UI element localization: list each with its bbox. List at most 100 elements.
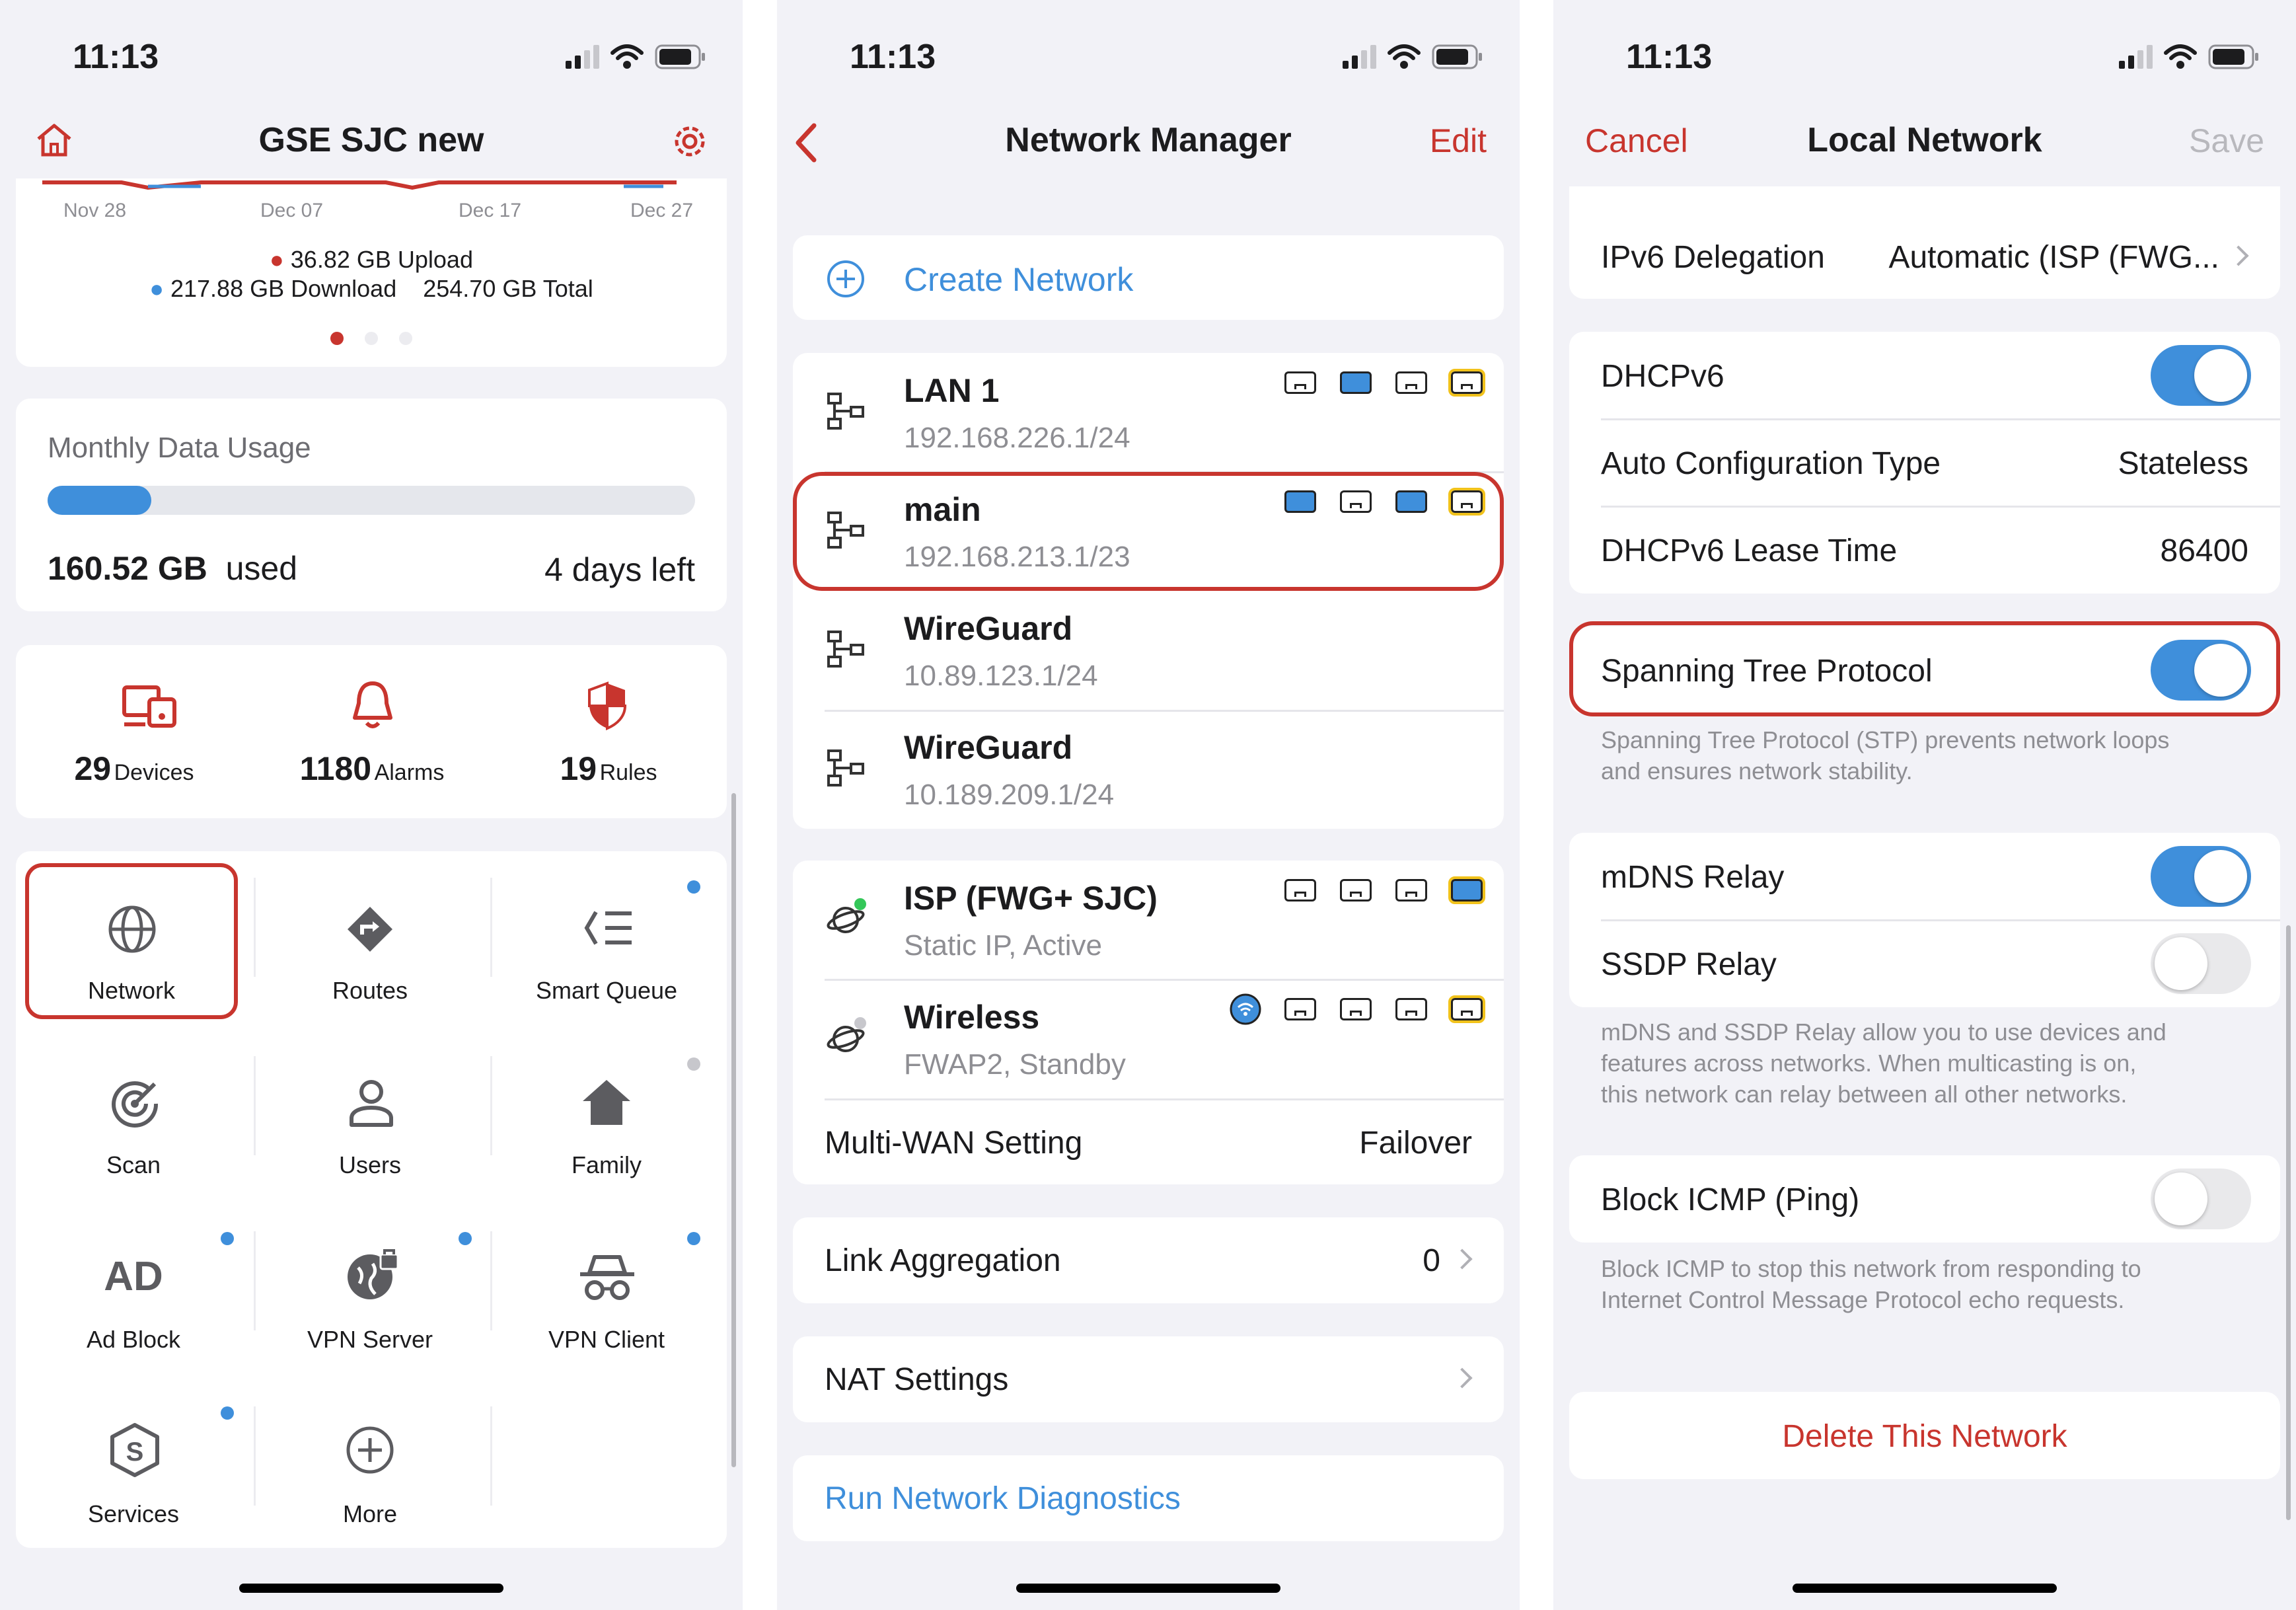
grid-item-users[interactable]: Users xyxy=(271,1039,469,1195)
link-aggregation-row[interactable]: Link Aggregation 0 xyxy=(793,1217,1504,1303)
ipv6-delegation-label: IPv6 Delegation xyxy=(1601,240,1825,275)
auto-config-row[interactable]: Auto Configuration Type Stateless xyxy=(1569,419,2280,506)
ethernet-port-icon xyxy=(1284,371,1316,394)
shield-icon[interactable] xyxy=(585,681,629,731)
chevron-right-icon xyxy=(1452,1367,1473,1389)
svg-text:S: S xyxy=(126,1438,144,1467)
ssdp-toggle[interactable] xyxy=(2151,933,2251,994)
create-network-card[interactable]: Create Network xyxy=(793,235,1504,320)
nav-bar: Cancel Local Network Save xyxy=(1553,99,2296,185)
dhcpv6-card: DHCPv6 Auto Configuration Type Stateless… xyxy=(1569,332,2280,594)
alarms-label: Alarms xyxy=(374,760,445,785)
grid-label-smart-queue: Smart Queue xyxy=(535,977,678,1004)
grid-item-routes[interactable]: Routes xyxy=(271,863,469,1019)
user-icon xyxy=(350,1080,393,1127)
chevron-right-icon xyxy=(2228,245,2249,266)
network-ip: 192.168.226.1/24 xyxy=(904,422,1130,454)
grid-item-scan[interactable]: Scan xyxy=(34,1039,233,1195)
alarms-stat[interactable]: 1180 Alarms xyxy=(270,749,474,788)
grid-label-ad-block: Ad Block xyxy=(86,1326,181,1353)
block-icmp-label: Block ICMP (Ping) xyxy=(1601,1182,1860,1217)
network-row-lan1[interactable]: LAN 1 192.168.226.1/24 xyxy=(793,353,1504,472)
status-icons xyxy=(1343,44,1483,70)
monthly-usage-card: Monthly Data Usage 160.52 GB used 4 days… xyxy=(16,399,727,611)
icmp-desc-line: Block ICMP to stop this network from res… xyxy=(1601,1255,2141,1282)
wifi-icon xyxy=(2164,44,2197,69)
grid-item-family[interactable]: Family xyxy=(507,1039,706,1195)
battery-icon xyxy=(2208,44,2258,69)
grid-label-users: Users xyxy=(338,1151,401,1178)
scrollbar[interactable] xyxy=(731,793,736,1467)
cellular-signal-icon xyxy=(566,45,599,69)
plus-circle-icon xyxy=(827,260,864,297)
gear-icon[interactable] xyxy=(669,120,711,163)
chart-date-4: Dec 27 xyxy=(630,200,694,221)
grid-item-smart-queue[interactable]: Smart Queue xyxy=(507,863,706,1019)
incognito-icon xyxy=(580,1255,634,1300)
nav-bar: Network Manager Edit xyxy=(777,99,1520,185)
ethernet-port-icon xyxy=(1448,995,1485,1023)
status-time: 11:13 xyxy=(1626,38,1713,76)
battery-icon xyxy=(655,44,705,69)
wan-row-isp[interactable]: ISP (FWG+ SJC) Static IP, Active xyxy=(793,861,1504,979)
run-diagnostics-button[interactable]: Run Network Diagnostics xyxy=(793,1455,1504,1541)
edit-button[interactable]: Edit xyxy=(1430,122,1487,160)
lease-time-row[interactable]: DHCPv6 Lease Time 86400 xyxy=(1569,506,2280,594)
save-button[interactable]: Save xyxy=(2189,122,2264,160)
delete-network-button[interactable]: Delete This Network xyxy=(1569,1392,2280,1479)
devices-stat[interactable]: 29 Devices xyxy=(32,749,237,788)
grid-divider xyxy=(254,878,256,977)
multi-wan-value: Failover xyxy=(1359,1126,1472,1161)
status-time: 11:13 xyxy=(850,38,936,76)
wifi-badge-icon xyxy=(1230,993,1261,1025)
network-ip: 10.189.209.1/24 xyxy=(904,779,1115,811)
grid-item-more[interactable]: More xyxy=(271,1388,469,1544)
network-name: WireGuard xyxy=(904,729,1073,766)
smart-queue-badge xyxy=(687,880,700,894)
ad-block-badge xyxy=(221,1232,234,1245)
delete-network-label: Delete This Network xyxy=(1782,1419,2067,1454)
networks-card: LAN 1 192.168.226.1/24 main 192.168.213.… xyxy=(793,353,1504,829)
grid-item-ad-block[interactable]: AD Ad Block xyxy=(34,1213,233,1369)
wan-status: FWAP2, Standby xyxy=(904,1048,1126,1081)
network-highlight xyxy=(25,863,238,1019)
rules-stat[interactable]: 19 Rules xyxy=(506,749,711,788)
devices-icon[interactable] xyxy=(122,683,177,730)
vpn-server-badge xyxy=(459,1232,472,1245)
usage-chart-card: Nov 28 Dec 07 Dec 17 Dec 27 ● 36.82 GB U… xyxy=(16,178,727,367)
auto-config-label: Auto Configuration Type xyxy=(1601,446,1941,481)
stp-description: Spanning Tree Protocol (STP) prevents ne… xyxy=(1601,724,2169,786)
grid-item-vpn-server[interactable]: VPN Server xyxy=(271,1213,469,1369)
ipv6-delegation-row[interactable]: IPv6 Delegation Automatic (ISP (FWG... xyxy=(1569,186,2280,299)
page-indicator[interactable] xyxy=(16,332,727,345)
grid-item-vpn-client[interactable]: VPN Client xyxy=(507,1213,706,1369)
family-badge xyxy=(687,1057,700,1071)
download-value: 217.88 GB Download xyxy=(170,275,397,302)
network-row-wireguard[interactable]: WireGuard 10.89.123.1/24 xyxy=(793,591,1504,710)
block-icmp-toggle[interactable] xyxy=(2151,1169,2251,1229)
bell-icon[interactable] xyxy=(350,679,396,731)
mdns-toggle[interactable] xyxy=(2151,846,2251,907)
ethernet-port-icon xyxy=(1448,876,1485,904)
ethernet-port-icon xyxy=(1340,371,1372,394)
ssdp-label: SSDP Relay xyxy=(1601,947,1777,982)
multi-wan-row[interactable]: Multi-WAN Setting Failover xyxy=(793,1100,1504,1184)
dhcpv6-toggle[interactable] xyxy=(2151,345,2251,406)
services-badge xyxy=(221,1406,234,1420)
mdns-label: mDNS Relay xyxy=(1601,860,1785,895)
grid-item-services[interactable]: S Services xyxy=(34,1388,233,1544)
nat-settings-row[interactable]: NAT Settings xyxy=(793,1336,1504,1422)
grid-divider xyxy=(490,1231,492,1330)
used-label: used xyxy=(225,550,298,587)
network-row-wireguard-2[interactable]: WireGuard 10.189.209.1/24 xyxy=(793,710,1504,829)
grid-divider xyxy=(490,878,492,977)
network-name: WireGuard xyxy=(904,610,1073,647)
chevron-right-icon xyxy=(1452,1248,1473,1270)
scrollbar[interactable] xyxy=(2286,925,2291,1520)
dhcpv6-label: DHCPv6 xyxy=(1601,359,1724,394)
house-icon xyxy=(583,1080,630,1125)
grid-label-more: More xyxy=(342,1500,398,1527)
grid-label-vpn-server: VPN Server xyxy=(307,1326,433,1353)
wan-row-wireless[interactable]: Wireless FWAP2, Standby xyxy=(793,979,1504,1098)
devices-count: 29 xyxy=(74,750,112,787)
